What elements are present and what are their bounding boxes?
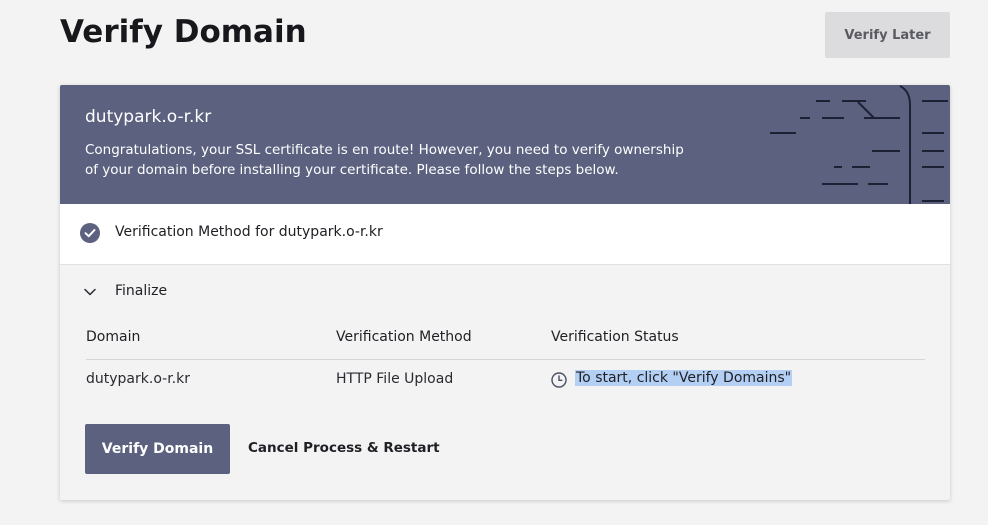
banner-message: Congratulations, your SSL certificate is… bbox=[85, 142, 684, 178]
page: Verify Domain Verify Later dutypark.o-r.… bbox=[0, 0, 988, 525]
verification-method-label: Verification Method for dutypark.o-r.kr bbox=[115, 224, 383, 240]
table-row: dutypark.o-r.kr HTTP File Upload To star… bbox=[86, 370, 925, 393]
verify-domain-button[interactable]: Verify Domain bbox=[85, 424, 230, 474]
column-header-domain: Domain bbox=[86, 329, 141, 345]
row-method: HTTP File Upload bbox=[336, 371, 454, 387]
chevron-down-icon bbox=[84, 288, 96, 296]
cancel-restart-link[interactable]: Cancel Process & Restart bbox=[248, 440, 440, 456]
column-header-method: Verification Method bbox=[336, 329, 472, 345]
row-status: To start, click "Verify Domains" bbox=[575, 370, 793, 386]
verify-later-button[interactable]: Verify Later bbox=[825, 12, 950, 58]
table-header: Domain Verification Method Verification … bbox=[86, 329, 925, 360]
domain-banner: dutypark.o-r.kr Congratulations, your SS… bbox=[60, 85, 950, 204]
check-circle-icon bbox=[80, 223, 100, 243]
banner-decoration bbox=[770, 85, 948, 204]
clock-icon bbox=[551, 372, 567, 388]
row-domain: dutypark.o-r.kr bbox=[86, 371, 190, 387]
finalize-label: Finalize bbox=[115, 283, 168, 299]
column-header-status: Verification Status bbox=[551, 329, 679, 345]
verification-card: dutypark.o-r.kr Congratulations, your SS… bbox=[60, 85, 950, 500]
banner-domain: dutypark.o-r.kr bbox=[85, 107, 212, 127]
page-title: Verify Domain bbox=[60, 14, 307, 50]
verification-method-step[interactable]: Verification Method for dutypark.o-r.kr bbox=[60, 204, 950, 265]
